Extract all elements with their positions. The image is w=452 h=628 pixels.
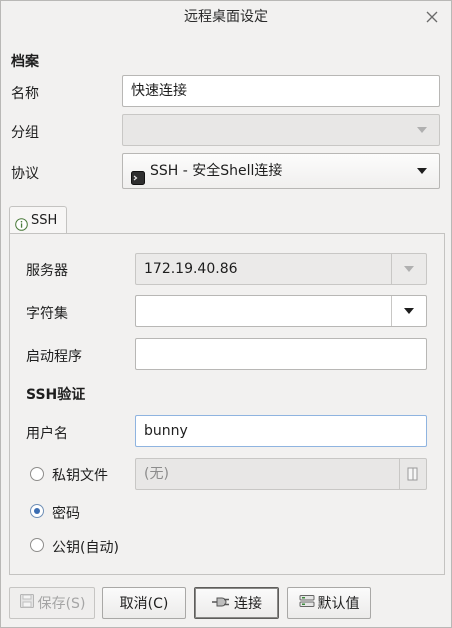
private-key-label: 私钥文件 — [52, 468, 108, 484]
chevron-down-icon — [391, 254, 426, 284]
private-key-radio[interactable] — [30, 467, 44, 481]
tab-ssh[interactable]: SSH — [9, 206, 67, 234]
startup-program-label: 启动程序 — [26, 349, 82, 365]
cancel-button-label: 取消(C) — [119, 596, 169, 612]
dialog-title: 远程桌面设定 — [184, 9, 268, 25]
chevron-down-icon — [391, 296, 426, 326]
server-combo-value: 172.19.40.86 — [144, 261, 238, 277]
startup-program-input[interactable] — [135, 338, 427, 370]
ssh-auth-section-title: SSH验证 — [26, 387, 86, 403]
protocol-label: 协议 — [11, 166, 39, 182]
profile-section-title: 档案 — [11, 54, 39, 70]
info-icon — [15, 214, 28, 231]
charset-label: 字符集 — [26, 306, 68, 322]
file-open-icon — [399, 459, 426, 489]
protocol-combo[interactable]: SSH - 安全Shell连接 — [122, 153, 440, 189]
save-button[interactable]: 保存(S) — [9, 587, 95, 619]
public-key-auto-label: 公钥(自动) — [52, 540, 119, 556]
private-key-file-value: (无) — [144, 466, 169, 482]
cancel-button[interactable]: 取消(C) — [102, 587, 186, 619]
save-icon — [19, 593, 35, 613]
remote-desktop-preferences-dialog: 远程桌面设定 档案 名称 快速连接 分组 协议 SSH - 安全Shell连接 … — [0, 0, 452, 628]
name-input[interactable]: 快速连接 — [122, 75, 440, 107]
group-label: 分组 — [11, 125, 39, 141]
chevron-down-icon — [405, 115, 439, 145]
public-key-auto-radio[interactable] — [30, 538, 44, 552]
default-button-label: 默认值 — [317, 596, 360, 612]
username-label: 用户名 — [26, 426, 68, 442]
default-button[interactable]: 默认值 — [287, 587, 371, 619]
chevron-down-icon — [405, 154, 439, 188]
default-settings-icon — [299, 594, 315, 612]
private-key-file-chooser[interactable]: (无) — [135, 458, 427, 490]
password-label: 密码 — [52, 506, 80, 522]
name-label: 名称 — [11, 86, 39, 102]
tab-ssh-label: SSH — [31, 213, 58, 228]
protocol-combo-value: SSH - 安全Shell连接 — [150, 163, 283, 179]
server-label: 服务器 — [26, 263, 68, 279]
charset-combo[interactable] — [135, 295, 427, 327]
server-combo[interactable]: 172.19.40.86 — [135, 253, 427, 285]
save-button-label: 保存(S) — [37, 596, 86, 612]
username-input[interactable]: bunny — [135, 415, 427, 447]
password-radio[interactable] — [30, 504, 44, 518]
close-icon[interactable] — [423, 8, 441, 26]
connect-button-label: 连接 — [234, 596, 262, 612]
terminal-icon — [131, 164, 145, 185]
group-combo[interactable] — [122, 114, 440, 146]
connect-button[interactable]: 连接 — [194, 587, 279, 619]
plug-icon — [211, 594, 231, 612]
